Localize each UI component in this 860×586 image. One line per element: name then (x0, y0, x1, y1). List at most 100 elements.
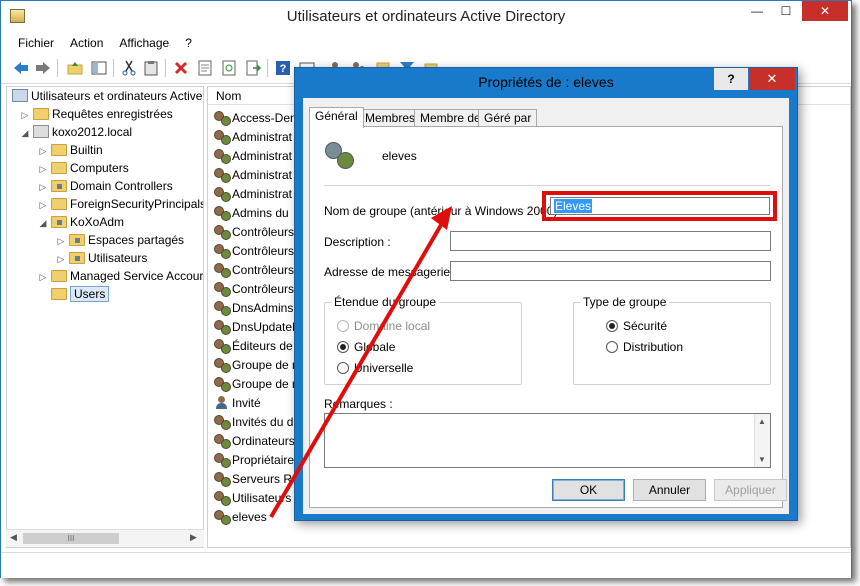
tree-item-utilisateurs[interactable]: ▷ Utilisateurs (55, 249, 148, 268)
help-icon[interactable]: ? (273, 58, 293, 78)
list-item[interactable]: eleves (214, 508, 267, 527)
group-icon (214, 244, 231, 259)
tree-item-saved-queries[interactable]: ▷ Requêtes enregistrées (19, 105, 173, 123)
export-icon[interactable] (243, 58, 263, 78)
refresh-icon[interactable] (219, 58, 239, 78)
tree-item-root[interactable]: Utilisateurs et ordinateurs Active (10, 87, 202, 105)
up-folder-icon[interactable] (65, 58, 85, 78)
list-item[interactable]: Ordinateurs (214, 432, 295, 451)
tree-item-label: Domain Controllers (70, 179, 173, 193)
list-item[interactable]: Éditeurs de (214, 337, 293, 356)
collapse-arrow-icon[interactable]: ◢ (37, 214, 49, 232)
properties-icon[interactable] (195, 58, 215, 78)
scroll-left-icon[interactable]: ◀ (10, 532, 17, 543)
tree-item-espaces-partages[interactable]: ▷ Espaces partagés (55, 231, 185, 250)
divider (324, 185, 770, 186)
console-tree[interactable]: Utilisateurs et ordinateurs Active ▷ Requ… (6, 86, 204, 548)
back-arrow-icon[interactable] (11, 58, 31, 78)
list-item[interactable]: Groupe de r (214, 356, 296, 375)
scroll-right-icon[interactable]: ▶ (190, 532, 197, 543)
group-icon (214, 225, 231, 240)
group-icon (214, 358, 231, 373)
tree-item-foreign-security-principals[interactable]: ▷ ForeignSecurityPrincipals (37, 195, 203, 214)
paste-icon[interactable] (141, 58, 161, 78)
cancel-button[interactable]: Annuler (633, 479, 706, 501)
scroll-down-icon[interactable]: ▼ (758, 455, 766, 464)
email-field[interactable] (450, 261, 771, 281)
list-item[interactable]: Access-Den (214, 109, 297, 128)
minimize-button[interactable]: — (743, 1, 771, 21)
maximize-button[interactable]: ☐ (772, 1, 800, 21)
list-item[interactable]: Serveurs RA (214, 470, 300, 489)
tree-item-computers[interactable]: ▷ Computers (37, 159, 129, 177)
dialog-close-button[interactable]: ✕ (749, 68, 795, 90)
list-item[interactable]: Admins du (214, 204, 289, 223)
tree-item-managed-service-accounts[interactable]: ▷ Managed Service Accour (37, 267, 203, 285)
description-field[interactable] (450, 231, 771, 251)
type-securite[interactable]: Sécurité (606, 319, 667, 333)
dialog-help-button[interactable]: ? (714, 68, 748, 90)
list-item[interactable]: Groupe de r (214, 375, 296, 394)
list-item[interactable]: Administrat (214, 128, 292, 147)
tab-general[interactable]: Général (309, 107, 364, 128)
scope-domain-local[interactable]: Domaine local (337, 319, 430, 333)
radio-button[interactable] (337, 320, 349, 332)
tree-item-users[interactable]: Users (37, 285, 110, 303)
delete-icon[interactable] (171, 58, 191, 78)
radio-button[interactable] (337, 362, 349, 374)
expand-arrow-icon[interactable]: ▷ (37, 178, 49, 196)
pre2000-name-field[interactable]: Eleves (550, 197, 770, 215)
forward-arrow-icon[interactable] (33, 58, 53, 78)
list-item[interactable]: Invités du d (214, 413, 293, 432)
expand-arrow-icon[interactable]: ▷ (55, 250, 67, 268)
tree-item-domain[interactable]: ◢ koxo2012.local (19, 123, 132, 141)
expand-arrow-icon[interactable]: ▷ (37, 196, 49, 214)
close-button[interactable]: ✕ (802, 1, 848, 21)
tab-gere-par[interactable]: Géré par (478, 109, 538, 127)
list-item[interactable]: Propriétaire (214, 451, 294, 470)
list-item[interactable]: Contrôleurs (214, 261, 294, 280)
apply-button[interactable]: Appliquer (714, 479, 787, 501)
expand-arrow-icon[interactable]: ▷ (37, 268, 49, 286)
ok-button[interactable]: OK (552, 479, 625, 501)
scroll-up-icon[interactable]: ▲ (758, 417, 766, 426)
console-tree-icon[interactable] (89, 58, 109, 78)
radio-button[interactable] (606, 341, 618, 353)
notes-scrollbar[interactable]: ▲ ▼ (754, 414, 770, 467)
radio-button[interactable] (337, 341, 349, 353)
expand-arrow-icon[interactable]: ▷ (37, 142, 49, 160)
menu-affichage[interactable]: Affichage (111, 36, 177, 50)
type-distribution[interactable]: Distribution (606, 340, 683, 354)
cut-icon[interactable] (119, 58, 139, 78)
list-item-label: Utilisateurs (232, 491, 292, 505)
menu-fichier[interactable]: Fichier (1, 36, 62, 50)
expand-arrow-icon[interactable]: ▷ (55, 232, 67, 250)
scope-universelle[interactable]: Universelle (337, 361, 413, 375)
list-item[interactable]: Administrat (214, 147, 292, 166)
list-item[interactable]: Administrat (214, 166, 292, 185)
list-item[interactable]: Utilisateurs (214, 489, 291, 508)
list-item[interactable]: DnsUpdateP (214, 318, 300, 337)
expand-arrow-icon[interactable]: ▷ (19, 106, 31, 124)
list-item[interactable]: Contrôleurs (214, 242, 294, 261)
tab-membre-de[interactable]: Membre de (414, 109, 487, 127)
list-item[interactable]: Contrôleurs (214, 223, 294, 242)
notes-field[interactable]: ▲ ▼ (324, 413, 771, 468)
scroll-thumb[interactable]: III (23, 533, 119, 544)
tree-item-domain-controllers[interactable]: ▷ Domain Controllers (37, 177, 173, 195)
tree-item-builtin[interactable]: ▷ Builtin (37, 141, 103, 159)
menu-action[interactable]: Action (62, 36, 111, 50)
list-item[interactable]: Invité (214, 394, 261, 413)
list-item[interactable]: Contrôleurs (214, 280, 294, 299)
list-item[interactable]: Administrat (214, 185, 292, 204)
tree-horizontal-scrollbar[interactable]: ◀ III ▶ (6, 529, 204, 547)
expand-arrow-icon[interactable]: ▷ (37, 160, 49, 178)
list-item[interactable]: DnsAdmins (214, 299, 293, 318)
tree-item-koxoadm[interactable]: ◢ KoXoAdm (37, 213, 125, 232)
collapse-arrow-icon[interactable]: ◢ (19, 124, 31, 142)
menu-help[interactable]: ? (177, 36, 200, 50)
radio-label: Globale (354, 340, 396, 354)
tab-membres[interactable]: Membres (359, 109, 422, 127)
radio-button[interactable] (606, 320, 618, 332)
scope-globale[interactable]: Globale (337, 340, 395, 354)
